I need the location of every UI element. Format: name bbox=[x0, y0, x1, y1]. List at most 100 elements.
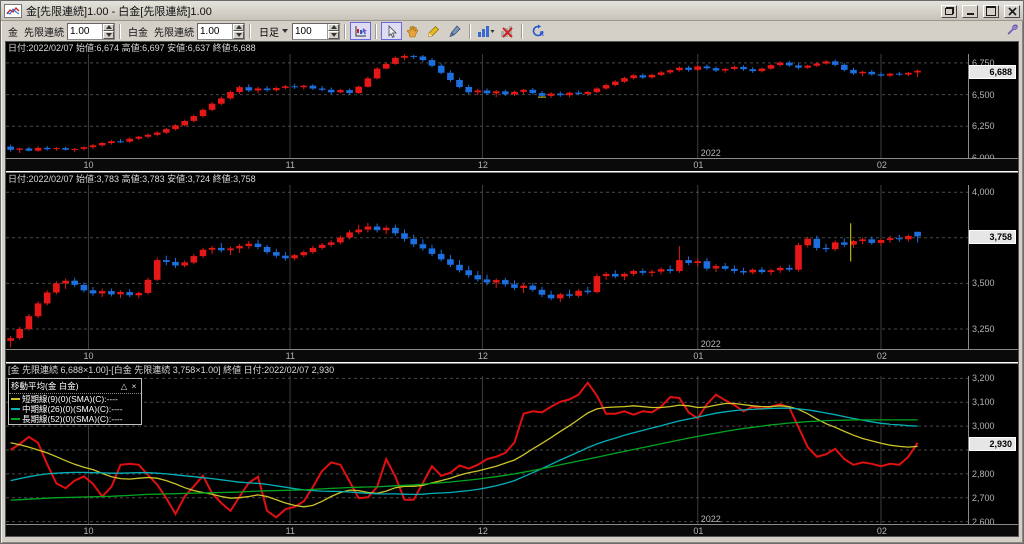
gold-y-axis: 6,7506,5006,2506,0006,688 bbox=[968, 54, 1018, 163]
minimize-icon bbox=[966, 13, 974, 15]
chart-cursor-mode-button[interactable] bbox=[350, 22, 371, 40]
platinum-x-axis: 10 11 12 01 02 bbox=[6, 349, 1018, 362]
spread-x-axis-labels: 10 11 12 01 02 bbox=[6, 525, 969, 536]
bar-count-input[interactable] bbox=[293, 23, 327, 39]
x-axis-label: 01 bbox=[693, 351, 704, 361]
svg-text:2022: 2022 bbox=[701, 514, 721, 524]
chart-type-button[interactable] bbox=[475, 22, 496, 40]
toolbar-separator bbox=[469, 23, 471, 39]
pan-hand-button[interactable] bbox=[402, 22, 423, 40]
current-price-box: 6,688 bbox=[969, 64, 1016, 79]
maximize-icon bbox=[986, 6, 996, 16]
x-axis-label: 12 bbox=[477, 526, 488, 536]
maximize-button[interactable] bbox=[983, 4, 999, 18]
platinum-series-label: 先限連続 bbox=[154, 27, 194, 39]
svg-text:R: R bbox=[539, 32, 544, 38]
x-axis-label: 02 bbox=[876, 526, 887, 536]
delete-chart-button[interactable] bbox=[496, 22, 517, 40]
select-arrow-button[interactable] bbox=[381, 22, 402, 40]
x-axis-label: 01 bbox=[693, 160, 704, 170]
chart-area: 日付:2022/02/07 始値:6,674 高値:6,697 安値:6,637… bbox=[5, 41, 1019, 537]
minimize-button[interactable] bbox=[962, 4, 978, 18]
refresh-icon: R bbox=[532, 24, 544, 38]
spin-up-icon[interactable] bbox=[233, 23, 244, 31]
y-axis-label: 6,250 bbox=[972, 121, 995, 132]
legend-close-icon[interactable]: × bbox=[129, 381, 139, 391]
gold-series-label: 先限連続 bbox=[24, 27, 64, 39]
legend-item-label: 長期線(52)(0)(SMA)(C):---- bbox=[22, 414, 123, 424]
draw-pen-button[interactable] bbox=[444, 22, 465, 40]
current-price-box: 3,758 bbox=[969, 230, 1016, 245]
platinum-x-axis-labels: 10 11 12 01 02 bbox=[6, 350, 969, 362]
new-window-button[interactable] bbox=[941, 4, 957, 18]
bar-chart-icon bbox=[477, 25, 494, 37]
hand-icon bbox=[407, 25, 419, 37]
legend-title: 移動平均(金 白金) bbox=[11, 381, 79, 391]
gold-symbol-label: 金 bbox=[8, 27, 18, 39]
x-axis-label: 11 bbox=[285, 160, 295, 170]
x-axis-label: 10 bbox=[83, 526, 94, 536]
platinum-info-line: 日付:2022/02/07 始値:3,783 高値:3,783 安値:3,724… bbox=[8, 174, 256, 184]
spread-plot[interactable]: 移動平均(金 白金) △ × 短期線(9)(0)(SMA)(C):---- 中期線… bbox=[6, 376, 968, 524]
legend-color-swatch bbox=[11, 398, 20, 400]
legend-item: 長期線(52)(0)(SMA)(C):---- bbox=[9, 414, 141, 424]
y-axis-label: 3,200 bbox=[972, 373, 995, 384]
gold-multiplier-spinner bbox=[67, 22, 115, 40]
toolbar-separator bbox=[119, 23, 121, 39]
ma-legend-items: 短期線(9)(0)(SMA)(C):---- 中期線(26)(0)(SMA)(C)… bbox=[9, 394, 141, 424]
period-label: 日足 bbox=[259, 27, 279, 39]
x-axis-label: 11 bbox=[285, 526, 295, 536]
bar-count-spinner bbox=[292, 22, 340, 40]
platinum-multiplier-arrows bbox=[232, 23, 244, 39]
restore-window-icon bbox=[944, 7, 954, 15]
bar-count-arrows bbox=[327, 23, 339, 39]
platinum-symbol-label: 白金 bbox=[128, 27, 148, 39]
svg-text:2022: 2022 bbox=[701, 148, 721, 158]
y-axis-label: 3,250 bbox=[972, 323, 995, 334]
period-dropdown[interactable]: 日足 bbox=[255, 22, 292, 41]
chart-cursor-icon bbox=[355, 25, 367, 36]
spin-down-icon[interactable] bbox=[233, 31, 244, 39]
spin-up-icon[interactable] bbox=[103, 23, 114, 31]
refresh-button[interactable]: R bbox=[527, 22, 548, 40]
spread-y-axis: 3,200 3,100 3,000 2,800 2,700 2,600 2,930 bbox=[968, 373, 1018, 526]
legend-minimize-icon[interactable]: △ bbox=[119, 381, 129, 392]
platinum-multiplier-input[interactable] bbox=[198, 23, 232, 39]
ma-legend: 移動平均(金 白金) △ × 短期線(9)(0)(SMA)(C):---- 中期線… bbox=[8, 378, 142, 425]
gold-chart-panel: 日付:2022/02/07 始値:6,674 高値:6,697 安値:6,637… bbox=[6, 42, 1018, 171]
x-axis-label: 11 bbox=[285, 351, 295, 361]
toolbar-separator bbox=[344, 23, 346, 39]
x-axis-label: 10 bbox=[83, 351, 94, 361]
close-icon bbox=[1007, 6, 1017, 16]
close-button[interactable] bbox=[1004, 4, 1020, 18]
toolbar-separator bbox=[249, 23, 251, 39]
legend-color-swatch bbox=[11, 408, 20, 410]
draw-pencil-button[interactable] bbox=[423, 22, 444, 40]
select-arrow-icon bbox=[388, 24, 397, 38]
title-bar[interactable]: 金[先限連続]1.00 - 白金[先限連続]1.00 bbox=[1, 1, 1023, 21]
gold-multiplier-arrows bbox=[102, 23, 114, 39]
toolbar-separator bbox=[375, 23, 377, 39]
gold-info-line: 日付:2022/02/07 始値:6,674 高値:6,697 安値:6,637… bbox=[8, 43, 256, 53]
pen-icon bbox=[449, 24, 461, 37]
spread-info-line: [金 先限連続 6,688×1.00]-[白金 先限連続 3,758×1.00]… bbox=[8, 365, 335, 375]
toolbar: 金 先限連続 白金 先限連続 日足 bbox=[1, 21, 1023, 41]
y-axis-label: 2,700 bbox=[972, 492, 995, 503]
gold-plot[interactable]: 2022 bbox=[6, 54, 968, 158]
platinum-multiplier-spinner bbox=[197, 22, 245, 40]
y-axis-label: 6,500 bbox=[972, 89, 995, 100]
spread-x-axis: 10 11 12 01 02 bbox=[6, 524, 1018, 536]
platinum-plot[interactable]: 2022 bbox=[6, 185, 968, 349]
legend-color-swatch bbox=[11, 418, 20, 420]
gold-x-axis: 10 11 12 01 02 bbox=[6, 158, 1018, 171]
spin-down-icon[interactable] bbox=[103, 31, 114, 39]
x-axis-label: 02 bbox=[876, 351, 887, 361]
chevron-down-icon bbox=[282, 29, 288, 33]
spread-chart-panel: [金 先限連続 6,688×1.00]-[白金 先限連続 3,758×1.00]… bbox=[6, 364, 1018, 536]
gold-x-axis-labels: 10 11 12 01 02 bbox=[6, 159, 969, 171]
wrench-icon[interactable] bbox=[1006, 23, 1019, 39]
spin-up-icon[interactable] bbox=[328, 23, 339, 31]
spin-down-icon[interactable] bbox=[328, 31, 339, 39]
gold-multiplier-input[interactable] bbox=[68, 23, 102, 39]
app-window: 金[先限連続]1.00 - 白金[先限連続]1.00 金 先限連続 白金 先限連… bbox=[0, 0, 1024, 544]
